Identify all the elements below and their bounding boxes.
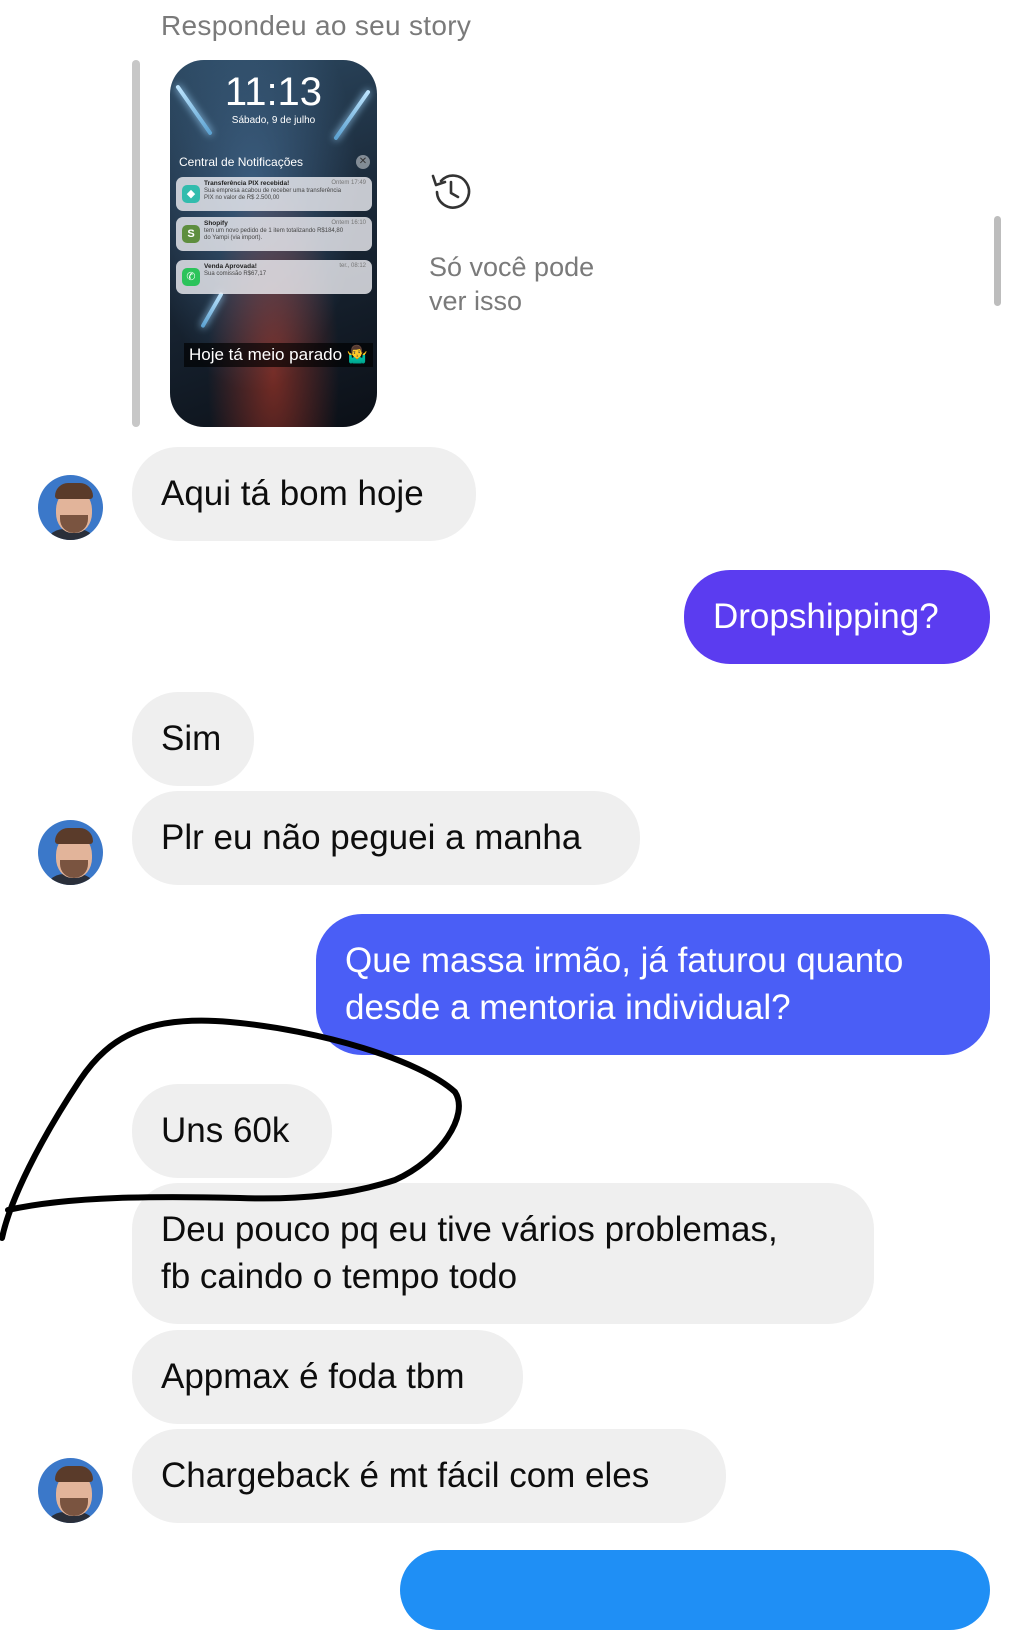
message-text-line: Deu pouco pq eu tive vários problemas,: [161, 1210, 778, 1249]
history-icon: [431, 174, 471, 209]
reply-indicator-bar: [132, 60, 140, 427]
message-text: Dropshipping?: [713, 597, 939, 636]
notification-title: Transferência PIX recebida!: [204, 180, 290, 187]
notification-time: ter., 08:12: [339, 263, 366, 269]
notification-card: S Shopify tem um novo pedido de 1 item t…: [176, 217, 372, 251]
close-icon: ✕: [356, 155, 370, 169]
story-caption: Hoje tá meio parado 🤷‍♂️: [184, 343, 373, 367]
notification-body: Sua comissão R$67,17: [204, 271, 267, 277]
lockscreen-date: Sábado, 9 de julho: [231, 115, 316, 126]
story-expired-text-line: Só você pode: [429, 252, 595, 282]
message-text: Chargeback é mt fácil com eles: [161, 1456, 650, 1495]
notification-body: tem um novo pedido de 1 item totalizando…: [204, 228, 344, 241]
avatar[interactable]: [38, 475, 103, 540]
message-text-line: Que massa irmão, já faturou quanto: [345, 941, 904, 980]
message-text: Sim: [161, 719, 222, 758]
story-expired-text: Só você pode ver isso: [429, 250, 594, 318]
notification-card: ✆ Venda Aprovada! Sua comissão R$67,17 t…: [176, 260, 372, 294]
message-bubble-outgoing-partial[interactable]: [400, 1550, 990, 1630]
lockscreen-time: 11:13: [224, 70, 323, 114]
avatar[interactable]: [38, 820, 103, 885]
message-text: Appmax é foda tbm: [161, 1357, 465, 1396]
message-bubble-outgoing[interactable]: Que massa irmão, já faturou quanto desde…: [316, 914, 990, 1055]
notification-time: Ontem 16:10: [331, 220, 366, 226]
notification-title: Shopify: [204, 220, 228, 227]
story-expired-text-line: ver isso: [429, 286, 523, 316]
notification-card: ◆ Transferência PIX recebida! Sua empres…: [176, 177, 372, 211]
notification-center-label: Central de Notificações: [179, 155, 304, 169]
pix-icon: ◆: [182, 185, 200, 203]
story-reply-label: Respondeu ao seu story: [161, 10, 472, 41]
notification-body: Sua empresa acabou de receber uma transf…: [204, 188, 342, 201]
message-bubble-incoming[interactable]: Uns 60k: [132, 1084, 332, 1178]
message-bubble-incoming[interactable]: Appmax é foda tbm: [132, 1330, 523, 1424]
message-text: Plr eu não peguei a manha: [161, 818, 582, 857]
notification-time: Ontem 17:49: [331, 180, 366, 186]
story-thumbnail[interactable]: 11:13 Sábado, 9 de julho Central de Noti…: [170, 60, 377, 427]
message-bubble-incoming[interactable]: Sim: [132, 692, 254, 786]
message-bubble-outgoing[interactable]: Dropshipping?: [684, 570, 990, 664]
message-bubble-incoming[interactable]: Deu pouco pq eu tive vários problemas, f…: [132, 1183, 874, 1324]
notification-title: Venda Aprovada!: [204, 263, 257, 270]
shopify-icon: S: [182, 225, 200, 243]
phone-icon: ✆: [182, 268, 200, 286]
message-bubble-incoming[interactable]: Aqui tá bom hoje: [132, 447, 476, 541]
message-text: Aqui tá bom hoje: [161, 474, 424, 513]
message-bubble-incoming[interactable]: Chargeback é mt fácil com eles: [132, 1429, 726, 1523]
message-bubble-incoming[interactable]: Plr eu não peguei a manha: [132, 791, 640, 885]
scrollbar[interactable]: [994, 216, 1001, 306]
message-text: Uns 60k: [161, 1111, 290, 1150]
light-beam: [200, 291, 224, 329]
avatar[interactable]: [38, 1458, 103, 1523]
message-text-line: fb caindo o tempo todo: [161, 1257, 518, 1296]
message-text-line: desde a mentoria individual?: [345, 988, 791, 1027]
